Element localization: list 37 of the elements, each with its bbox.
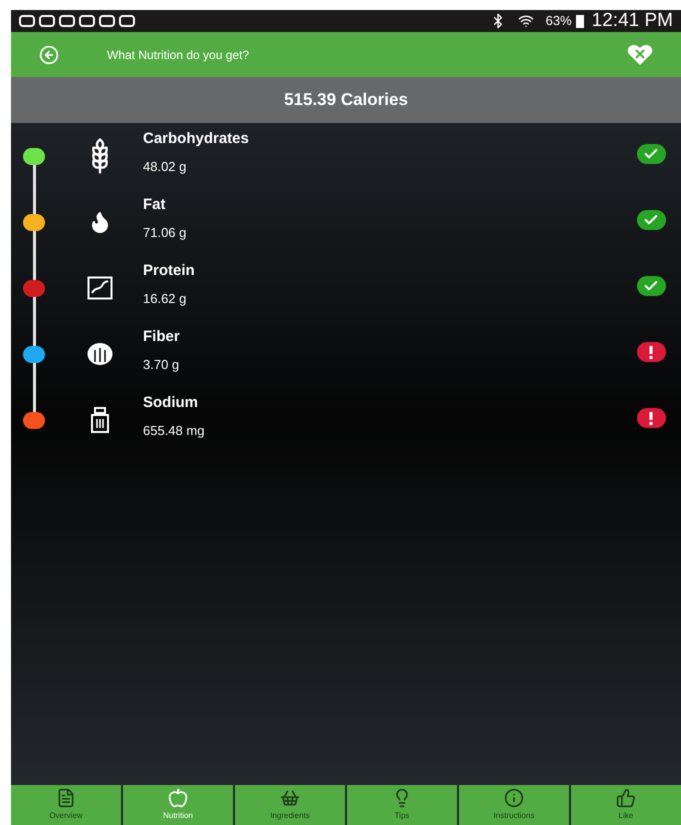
back-icon[interactable]: [39, 44, 59, 64]
notification-icon: [119, 15, 135, 27]
nutrient-amount: 3.70 g: [143, 356, 180, 374]
notification-icon: [79, 15, 95, 27]
notification-icon: [99, 15, 115, 27]
basket-icon: [280, 788, 300, 808]
nutrient-amount: 655.48 mg: [143, 422, 206, 440]
nutrient-name: Protein: [143, 261, 196, 281]
wheat-icon: [87, 342, 113, 366]
clock-time: 12:41 PM: [592, 8, 673, 33]
apple-icon: [168, 788, 188, 808]
notification-icon: [19, 15, 35, 27]
header-title: What Nutrition do you get?: [107, 46, 250, 64]
battery-percent: 63%: [546, 12, 572, 30]
nutrient-name: Sodium: [143, 393, 199, 413]
nutrient-amount: 71.06 g: [143, 224, 188, 242]
info-icon: [504, 788, 524, 808]
notification-icon: [39, 15, 55, 27]
thumbs-up-icon: [616, 788, 636, 808]
nutrient-name: Carbohydrates: [143, 129, 250, 149]
document-icon: [56, 788, 76, 808]
nav-tab[interactable]: Instructions: [459, 785, 569, 825]
salt-shaker-icon: [90, 407, 110, 433]
nav-tab[interactable]: Tips: [347, 785, 457, 825]
heart-utensils-icon[interactable]: [627, 44, 653, 66]
nav-tab[interactable]: Ingredients: [235, 785, 345, 825]
nutrient-name: Fiber: [143, 327, 181, 347]
nav-tab[interactable]: Overview: [11, 785, 121, 825]
nutrient-name: Fat: [143, 195, 166, 215]
battery-icon: [576, 14, 584, 28]
nav-tab[interactable]: Like: [571, 785, 681, 825]
calories-total: 515.39 Calories: [284, 89, 408, 112]
wifi-icon: [518, 13, 534, 29]
nutrient-amount: 48.02 g: [143, 158, 188, 176]
notification-icon: [59, 15, 75, 27]
nav-tab[interactable]: Nutrition: [123, 785, 233, 825]
nutrient-amount: 16.62 g: [143, 290, 188, 308]
